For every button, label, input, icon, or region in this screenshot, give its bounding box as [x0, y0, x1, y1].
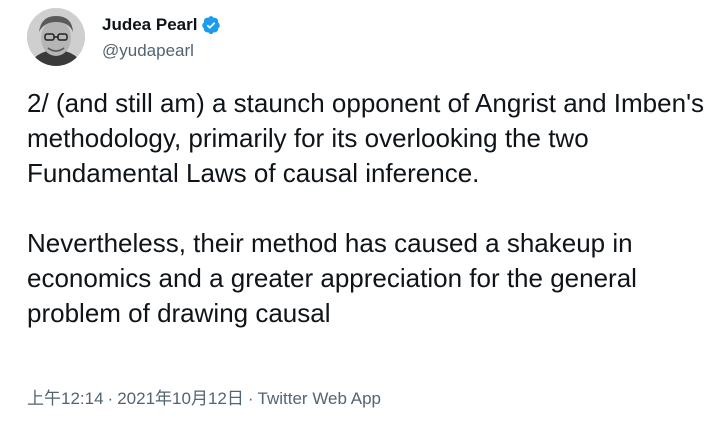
- tweet-paragraph: Nevertheless, their method has caused a …: [27, 228, 637, 328]
- author-display-name[interactable]: Judea Pearl: [102, 14, 197, 36]
- author-names: Judea Pearl @yudapearl: [102, 13, 221, 62]
- tweet-header: Judea Pearl @yudapearl: [27, 7, 221, 67]
- tweet-source-link[interactable]: Twitter Web App: [258, 388, 381, 410]
- tweet-date[interactable]: 2021年10月12日: [117, 388, 244, 410]
- name-row: Judea Pearl: [102, 13, 221, 37]
- verified-badge-icon: [201, 15, 221, 35]
- tweet-card: Judea Pearl @yudapearl 2/ (and still am)…: [0, 0, 715, 422]
- avatar[interactable]: [27, 8, 85, 66]
- tweet-meta: 上午12:14 · 2021年10月12日 · Twitter Web App: [27, 388, 381, 410]
- tweet-time[interactable]: 上午12:14: [27, 388, 104, 410]
- profile-photo-icon: [27, 8, 85, 66]
- tweet-paragraph: 2/ (and still am) a staunch opponent of …: [27, 88, 705, 188]
- meta-separator: ·: [107, 389, 114, 408]
- meta-separator: ·: [247, 389, 254, 408]
- tweet-text: 2/ (and still am) a staunch opponent of …: [27, 86, 707, 331]
- author-handle[interactable]: @yudapearl: [102, 40, 221, 62]
